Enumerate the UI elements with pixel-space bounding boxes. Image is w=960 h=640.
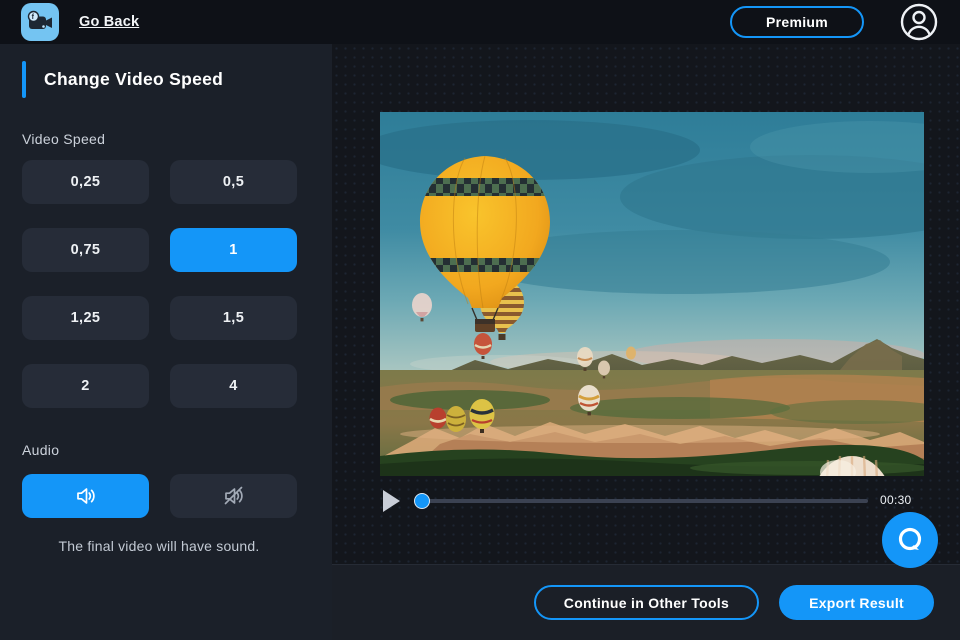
- duration-label: 00:30: [880, 493, 912, 507]
- bottom-action-bar: Continue in Other Tools Export Result: [332, 564, 960, 640]
- page-title-row: Change Video Speed: [22, 60, 332, 98]
- export-result-button[interactable]: Export Result: [779, 585, 934, 620]
- seek-bar[interactable]: [422, 499, 868, 503]
- chat-bubble-icon: [898, 527, 922, 551]
- video-preview[interactable]: [380, 112, 924, 476]
- audio-label: Audio: [22, 442, 60, 458]
- speed-option-1-5[interactable]: 1,5: [170, 296, 297, 340]
- speed-option-4[interactable]: 4: [170, 364, 297, 408]
- app-window: f Go Back Premium Change Video Speed Vid…: [0, 0, 960, 640]
- balloons-video-frame: [380, 112, 924, 476]
- audio-sound-off-button[interactable]: [170, 474, 297, 518]
- speed-option-1-25[interactable]: 1,25: [22, 296, 149, 340]
- user-avatar-icon[interactable]: [900, 3, 938, 41]
- play-button[interactable]: [383, 490, 400, 512]
- top-bar: f Go Back Premium: [0, 0, 960, 44]
- speaker-icon: [76, 488, 95, 504]
- audio-options: [22, 474, 332, 518]
- premium-button[interactable]: Premium: [729, 6, 864, 38]
- go-back-link[interactable]: Go Back: [79, 14, 139, 30]
- speed-option-0-5[interactable]: 0,5: [170, 160, 297, 204]
- speaker-muted-icon: [224, 486, 243, 505]
- video-camera-icon[interactable]: f: [21, 3, 59, 41]
- audio-note: The final video will have sound.: [58, 538, 260, 554]
- speed-option-2[interactable]: 2: [22, 364, 149, 408]
- page-title: Change Video Speed: [44, 68, 224, 89]
- seek-thumb[interactable]: [414, 493, 430, 509]
- chat-widget-button[interactable]: [882, 512, 938, 568]
- speed-grid: 0,25 0,5 0,75 1 1,25 1,5 2 4: [22, 160, 332, 408]
- video-speed-label: Video Speed: [22, 131, 106, 147]
- speed-option-0-25[interactable]: 0,25: [22, 160, 149, 204]
- continue-other-tools-button[interactable]: Continue in Other Tools: [533, 585, 760, 620]
- main-area: 00:30 Continue in Other Tools Export Res…: [332, 44, 960, 640]
- title-accent-bar: [22, 60, 26, 98]
- sidebar: Change Video Speed Video Speed 0,25 0,5 0,…: [0, 44, 332, 640]
- speed-option-1[interactable]: 1: [170, 228, 297, 272]
- speed-option-0-75[interactable]: 0,75: [22, 228, 149, 272]
- audio-sound-on-button[interactable]: [22, 474, 149, 518]
